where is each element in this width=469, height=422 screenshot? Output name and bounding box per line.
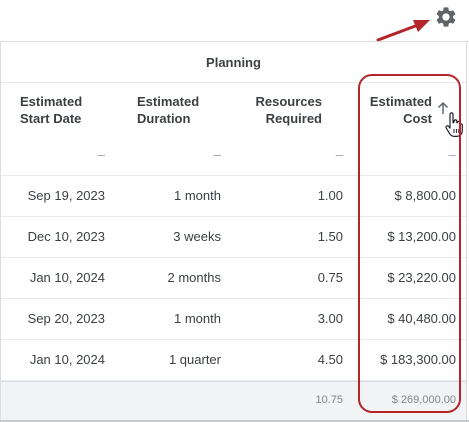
- table-row[interactable]: Jan 10, 2024 2 months 0.75 $ 23,220.00: [1, 258, 466, 299]
- cell-cost: $ 40,480.00: [387, 311, 456, 326]
- filter-row: – – – –: [1, 135, 466, 176]
- cell-resources: 0.75: [317, 270, 343, 285]
- column-header-line: Cost: [403, 111, 432, 126]
- table-row[interactable]: Sep 20, 2023 1 month 3.00 $ 40,480.00: [1, 299, 466, 340]
- group-header-label: Planning: [206, 54, 261, 70]
- column-header-line: Resources: [255, 94, 322, 109]
- cell-duration: 2 months: [167, 270, 221, 285]
- cell-duration: 3 weeks: [173, 229, 221, 244]
- group-header-planning: Planning: [1, 42, 466, 83]
- table-row[interactable]: Jan 10, 2024 1 quarter 4.50 $ 183,300.00: [1, 340, 466, 381]
- filter-cell[interactable]: –: [449, 147, 456, 162]
- totals-row: 10.75 $ 269,000.00: [1, 381, 466, 421]
- cell-start-date: Sep 19, 2023: [27, 188, 105, 203]
- column-header-line: Estimated: [369, 94, 432, 109]
- planning-table: Planning Estimated Start Date Estimated …: [0, 41, 469, 422]
- cell-start-date: Jan 10, 2024: [29, 270, 105, 285]
- total-cost: $ 269,000.00: [391, 394, 456, 406]
- cell-resources: 1.00: [317, 188, 343, 203]
- column-header-line: Estimated: [137, 94, 200, 109]
- cell-cost: $ 13,200.00: [387, 229, 456, 244]
- table-row[interactable]: Dec 10, 2023 3 weeks 1.50 $ 13,200.00: [1, 217, 466, 258]
- table-row[interactable]: Sep 19, 2023 1 month 1.00 $ 8,800.00: [1, 176, 466, 217]
- cell-cost: $ 183,300.00: [380, 352, 456, 367]
- gear-icon[interactable]: [434, 5, 458, 29]
- cell-start-date: Sep 20, 2023: [27, 311, 105, 326]
- cell-start-date: Jan 10, 2024: [29, 352, 105, 367]
- filter-cell[interactable]: –: [336, 147, 343, 162]
- filter-cell[interactable]: –: [98, 147, 105, 162]
- column-header-line: Estimated: [20, 94, 83, 109]
- cell-resources: 1.50: [317, 229, 343, 244]
- cell-cost: $ 8,800.00: [394, 188, 456, 203]
- column-header-line: Required: [265, 111, 322, 126]
- cell-resources: 4.50: [317, 352, 343, 367]
- cell-duration: 1 month: [174, 188, 221, 203]
- cell-resources: 3.00: [317, 311, 343, 326]
- cell-start-date: Dec 10, 2023: [27, 229, 105, 244]
- table-border-right: [466, 42, 467, 422]
- cell-cost: $ 23,220.00: [387, 270, 456, 285]
- toolbar: [0, 0, 469, 40]
- total-resources: 10.75: [315, 394, 343, 406]
- cell-duration: 1 quarter: [168, 352, 221, 367]
- cell-duration: 1 month: [174, 311, 221, 326]
- filter-cell[interactable]: –: [214, 147, 221, 162]
- arrow-up-icon[interactable]: [437, 101, 449, 115]
- column-header-line: Start Date: [20, 111, 82, 126]
- column-header-line: Duration: [137, 111, 191, 126]
